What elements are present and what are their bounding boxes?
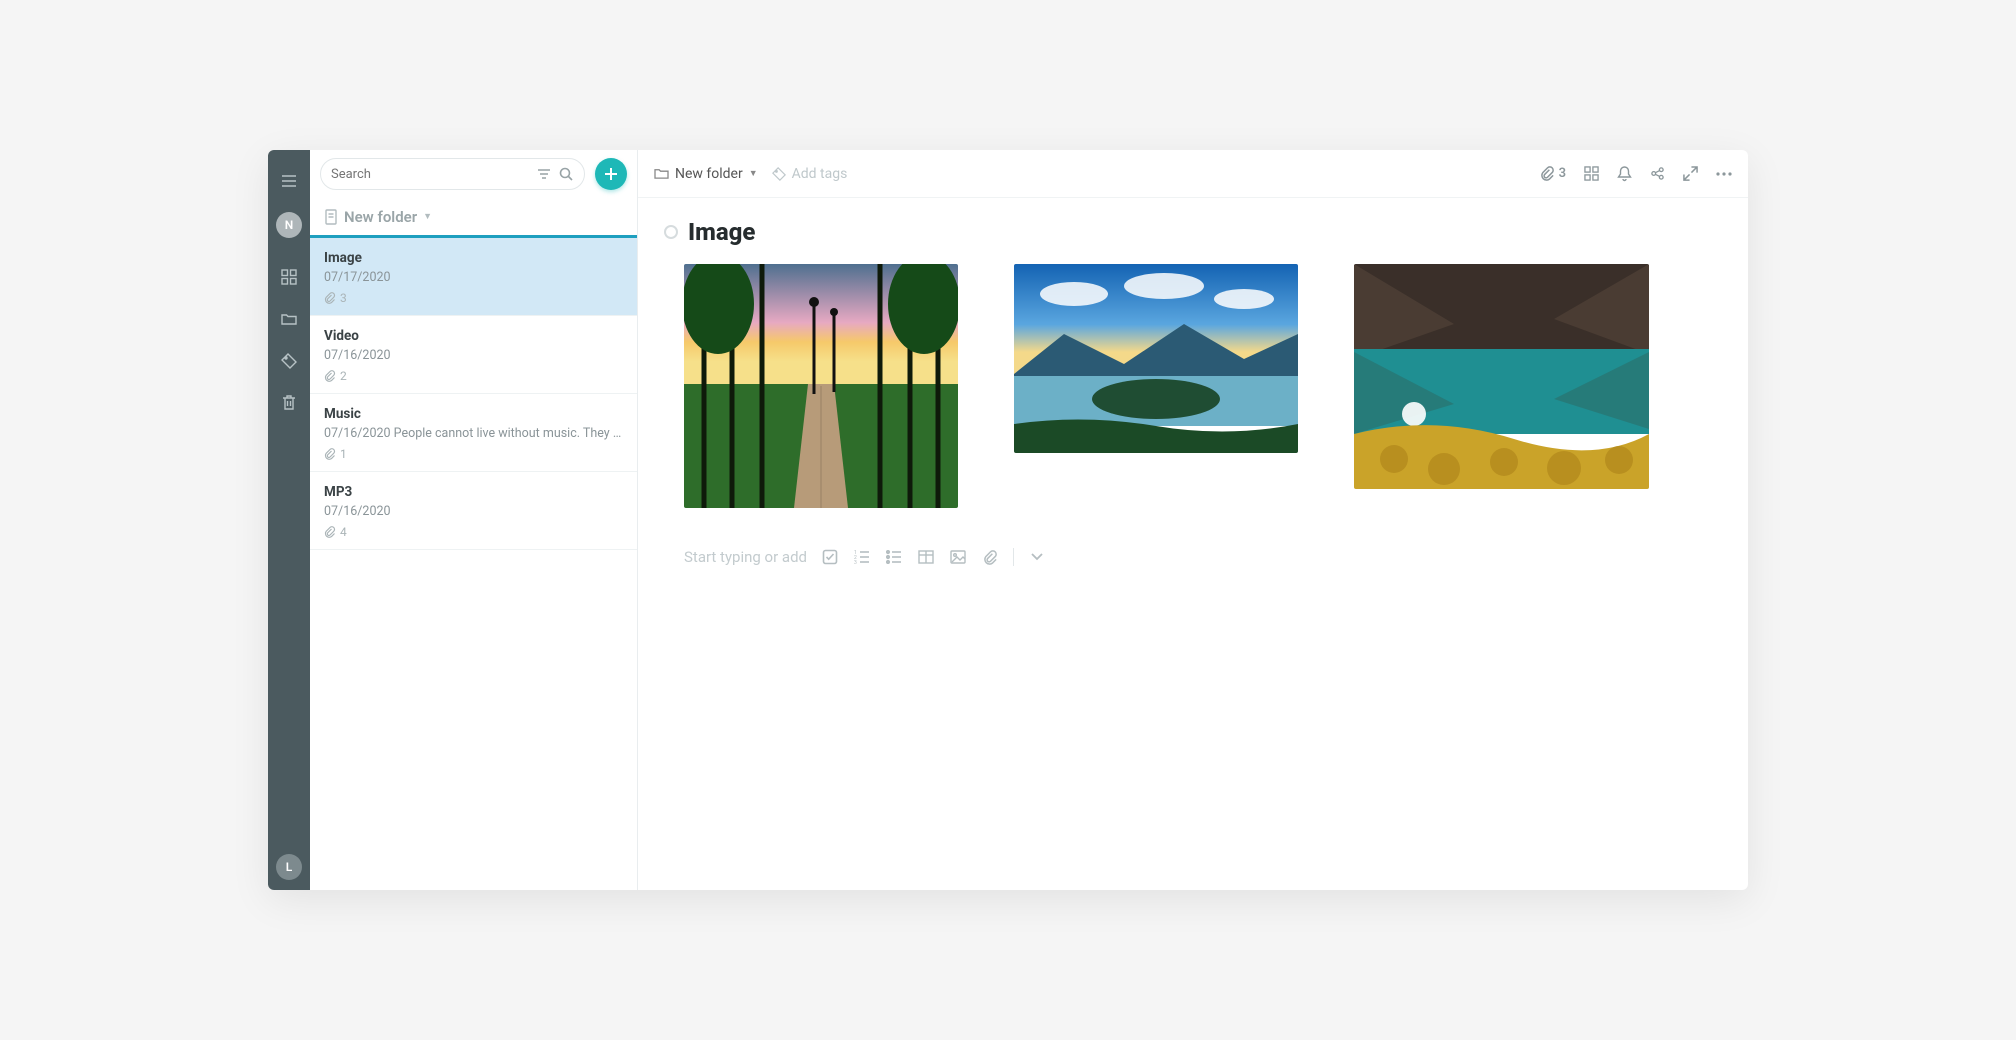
trash-icon[interactable] (277, 391, 301, 415)
breadcrumb-label: New folder (675, 166, 743, 182)
note-title: MP3 (324, 484, 623, 500)
attached-image[interactable] (684, 264, 958, 508)
chevron-down-icon: ▼ (423, 211, 432, 222)
note-title: Image (324, 250, 623, 266)
attached-image[interactable] (1354, 264, 1649, 489)
numbered-list-icon[interactable]: 123 (853, 548, 871, 566)
bullet-list-icon[interactable] (885, 548, 903, 566)
separator (1013, 548, 1014, 566)
app-window: N L (268, 150, 1748, 890)
nav-rail: N L (268, 150, 310, 890)
note-attachments: 1 (324, 447, 623, 461)
more-insert-icon[interactable] (1028, 548, 1046, 566)
note-list: Image 07/17/2020 3 Video 07/16/2020 2 Mu… (310, 238, 637, 890)
search-input-wrap[interactable] (320, 158, 585, 190)
grid-view-icon[interactable] (1584, 166, 1599, 181)
folder-selector[interactable]: New folder ▼ (310, 198, 637, 238)
note-item[interactable]: Music 07/16/2020 People cannot live with… (310, 394, 637, 472)
note-item[interactable]: Video 07/16/2020 2 (310, 316, 637, 394)
more-icon[interactable] (1716, 172, 1732, 176)
menu-icon[interactable] (277, 169, 301, 193)
user-avatar-bottom[interactable]: L (276, 854, 302, 880)
note-date: 07/16/2020 (324, 348, 623, 363)
attach-icon[interactable] (981, 548, 999, 566)
note-title: Music (324, 406, 623, 422)
checklist-icon[interactable] (821, 548, 839, 566)
note-date: 07/16/2020 (324, 504, 623, 519)
filter-icon[interactable] (536, 166, 552, 182)
attachments-button[interactable]: 3 (1540, 166, 1566, 181)
editor-placeholder-row[interactable]: Start typing or add 123 (684, 548, 1722, 566)
status-circle-icon[interactable] (664, 225, 678, 239)
tag-icon[interactable] (277, 349, 301, 373)
search-input[interactable] (331, 167, 530, 182)
note-folder-icon (324, 209, 338, 225)
folder-icon[interactable] (277, 307, 301, 331)
note-title: Video (324, 328, 623, 344)
editor-placeholder-text: Start typing or add (684, 548, 807, 566)
insert-toolbar: 123 (821, 548, 1046, 566)
attachments-count: 3 (1559, 166, 1566, 181)
note-attachments: 3 (324, 291, 623, 305)
user-avatar-top[interactable]: N (276, 212, 302, 238)
table-icon[interactable] (917, 548, 935, 566)
chevron-down-icon: ▼ (749, 168, 758, 179)
note-list-panel: New folder ▼ Image 07/17/2020 3 Video 07… (310, 150, 638, 890)
note-item[interactable]: Image 07/17/2020 3 (310, 238, 637, 316)
editor-body[interactable]: Image (638, 198, 1748, 890)
add-tags-button[interactable]: Add tags (772, 166, 848, 182)
attached-image[interactable] (1014, 264, 1298, 453)
breadcrumb[interactable]: New folder ▼ (654, 166, 758, 182)
note-editor: New folder ▼ Add tags 3 (638, 150, 1748, 890)
note-attachments: 2 (324, 369, 623, 383)
share-icon[interactable] (1650, 166, 1665, 181)
image-row (684, 264, 1722, 508)
note-snippet: 07/16/2020 People cannot live without mu… (324, 426, 623, 441)
note-item[interactable]: MP3 07/16/2020 4 (310, 472, 637, 550)
dashboard-icon[interactable] (277, 265, 301, 289)
svg-text:3: 3 (854, 560, 857, 564)
note-attachments: 4 (324, 525, 623, 539)
editor-toolbar: New folder ▼ Add tags 3 (638, 150, 1748, 198)
expand-icon[interactable] (1683, 166, 1698, 181)
new-note-button[interactable] (595, 158, 627, 190)
search-icon[interactable] (558, 166, 574, 182)
toolbar-actions: 3 (1540, 166, 1732, 182)
image-icon[interactable] (949, 548, 967, 566)
notifications-icon[interactable] (1617, 166, 1632, 182)
list-toolbar (310, 150, 637, 198)
add-tags-label: Add tags (792, 166, 848, 182)
document-title[interactable]: Image (688, 218, 755, 246)
folder-label: New folder (344, 208, 417, 226)
note-date: 07/17/2020 (324, 270, 623, 285)
